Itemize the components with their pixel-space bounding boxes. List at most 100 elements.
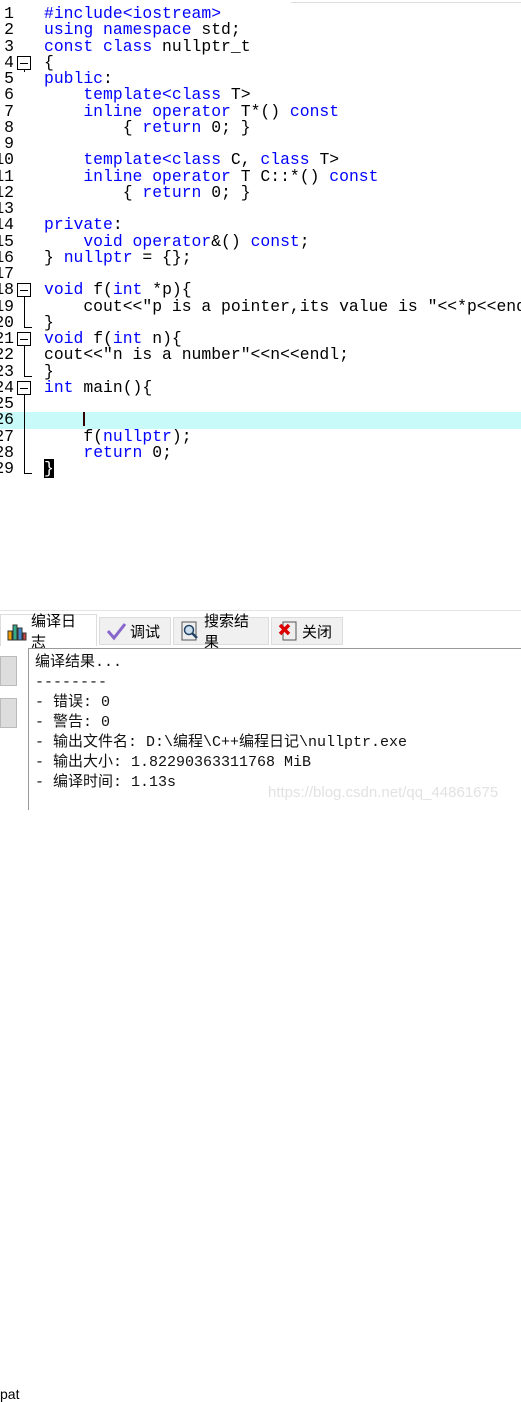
keyword-token: return [142,182,202,202]
line-number: 22 [0,347,14,364]
line-number: 3 [4,38,14,55]
fold-line [24,396,25,413]
line-number: 11 [0,168,14,185]
matched-brace: } [44,459,54,478]
tab-label: 编译日志 [31,612,77,651]
code-line[interactable]: 24 int main(){ [0,377,521,397]
code-text: } [44,459,54,478]
fold-line [24,444,25,461]
code-text: } nullptr = {}; [44,247,192,267]
line-number: 16 [0,249,14,266]
line-number: 19 [0,298,14,315]
keyword-token: int [44,377,74,397]
line-number: 15 [0,233,14,250]
code-text: cout<<"p is a pointer,its value is "<<*p… [44,296,521,316]
line-number: 29 [0,461,14,478]
top-border [291,0,521,3]
fold-line [24,363,25,376]
tab-close[interactable]: 关闭 [271,617,343,645]
fold-line [24,412,25,429]
keyword-token: const [289,101,340,121]
log-line: -------- [35,674,108,691]
code-token: ; [299,231,310,251]
text-caret [83,412,86,427]
line-number: 12 [0,184,14,201]
keyword-token: const [329,166,379,186]
line-number: 5 [4,71,14,88]
fold-collapse-icon[interactable] [17,380,31,395]
fold-collapse-icon[interactable] [17,55,31,70]
code-token: nullptr_t [152,36,251,56]
log-line: - 输出大小: 1.82290363311768 MiB [35,754,312,771]
code-editor[interactable]: 1 #include<iostream> 2 using namespace std;… [0,5,521,478]
fold-collapse-icon[interactable] [17,332,31,346]
code-token: = {}; [132,247,192,267]
line-number: 20 [0,314,14,331]
tab-label: 关闭 [302,623,333,641]
code-token: { [44,117,143,137]
fold-end [24,326,32,328]
bottom-tab-bar: 编译日志 调试 搜索结果 关闭 [0,610,521,651]
line-number: 21 [0,331,14,348]
code-line[interactable]: 28 return 0; [0,442,521,462]
panel-button[interactable] [0,698,17,728]
code-text: int main(){ [44,377,153,397]
code-line[interactable]: 29} [0,459,521,478]
line-number: 10 [0,152,14,169]
keyword-token: nullptr [63,247,133,267]
code-line[interactable]: 19 cout<<"p is a pointer,its value is "<… [0,296,521,316]
code-token: main(){ [73,377,153,397]
keyword-token: return [83,442,143,462]
code-text: const class nullptr_t [44,36,251,56]
partial-label: pat [0,1386,20,1402]
line-number: 27 [0,428,14,445]
code-token: 0; } [201,117,251,137]
code-token: &() [211,231,251,251]
fold-line [24,314,25,327]
line-number: 8 [4,119,14,136]
line-number: 28 [0,444,14,461]
line-number: 26 [0,412,14,429]
code-line[interactable]: 16} nullptr = {}; [0,247,521,267]
keyword-token: const [250,231,300,251]
line-number: 13 [0,201,14,218]
line-number: 1 [4,6,14,23]
log-line: - 警告: 0 [35,714,111,731]
line-number: 7 [4,103,14,120]
code-line[interactable]: 8 { return 0; } [0,117,521,137]
close-icon [278,621,298,641]
line-number: 2 [4,22,14,39]
magnifier-icon [180,621,200,641]
panel-button[interactable] [0,656,17,686]
code-line[interactable]: 22 cout<<"n is a number"<<n<<endl; [0,345,521,365]
log-line: 编译结果... [35,654,123,671]
line-number: 4 [4,54,14,71]
tab-label: 调试 [130,623,161,641]
fold-line [24,347,25,364]
fold-end [24,375,32,377]
checkmark-icon [106,621,127,641]
code-line[interactable]: 12 { return 0; } [0,182,521,202]
code-text: { return 0; } [44,182,251,202]
tab-search-results[interactable]: 搜索结果 [173,613,269,651]
code-token: 0; } [201,182,251,202]
line-number: 14 [0,217,14,234]
bar-chart-icon [7,621,27,641]
fold-line [24,428,25,445]
code-token: cout<<"p is a pointer,its value is "<<*p… [44,296,521,316]
code-text: { return 0; } [44,117,251,137]
log-line: - 输出文件名: D:\编程\C++编程日记\nullptr.exe [35,734,408,751]
line-number: 17 [0,266,14,283]
fold-line [24,461,25,473]
code-token: cout<<"n is a number"<<n<<endl; [44,345,349,365]
code-token: ); [171,426,192,446]
tab-debug[interactable]: 调试 [99,617,171,645]
tab-compile-log[interactable]: 编译日志 [0,613,97,651]
code-line[interactable]: 3 const class nullptr_t [0,36,521,56]
fold-collapse-icon[interactable] [17,283,31,298]
log-line: - 错误: 0 [35,694,111,711]
code-token: } [44,247,64,267]
code-text: return 0; [44,442,172,462]
line-number: 25 [0,396,14,413]
fold-line [24,298,25,315]
